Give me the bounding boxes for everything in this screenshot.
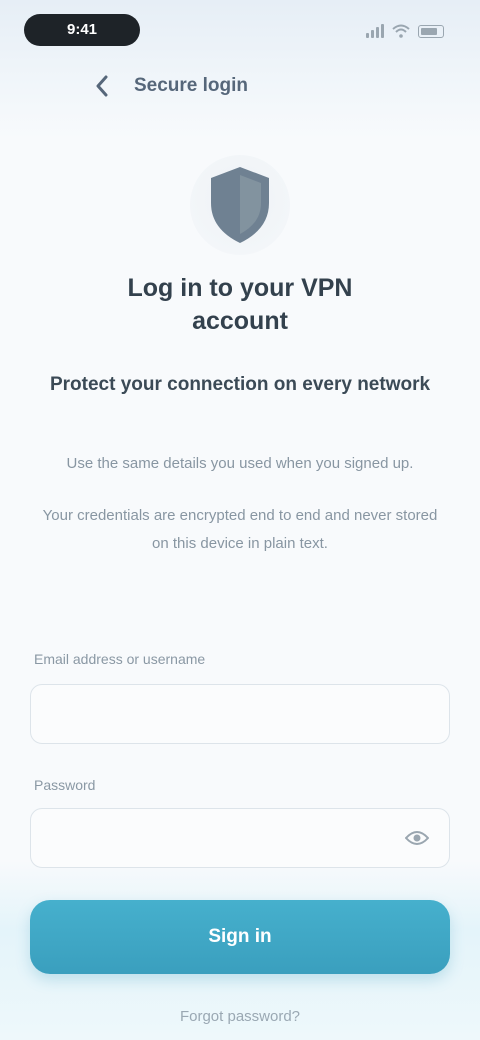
header-title: Secure login — [134, 75, 249, 96]
page-title: Log in to your VPN account — [127, 274, 353, 335]
status-bar: 9:41 — [24, 14, 444, 46]
app-header: Secure login — [84, 70, 248, 102]
shield-badge — [190, 155, 290, 255]
description-text: Use the same details you used when you s… — [66, 455, 414, 472]
password-field[interactable] — [30, 808, 450, 868]
status-time: 9:41 — [24, 14, 140, 46]
eye-icon — [405, 831, 429, 845]
password-label: Password — [34, 777, 96, 793]
signal-icon — [366, 24, 384, 38]
sign-in-button[interactable]: Sign in — [30, 900, 450, 974]
username-field[interactable] — [30, 684, 450, 744]
chevron-left-icon — [96, 75, 108, 97]
show-password-button[interactable] — [401, 822, 433, 854]
password-input[interactable] — [47, 829, 401, 847]
forgot-password-link[interactable]: Forgot password? — [140, 1008, 340, 1025]
username-label: Email address or username — [34, 651, 206, 667]
back-button[interactable] — [84, 72, 120, 100]
page-subtitle: Protect your connection on every network — [49, 374, 431, 395]
username-input[interactable] — [47, 705, 433, 723]
battery-icon — [418, 25, 444, 38]
wifi-icon — [392, 24, 410, 38]
shield-icon — [211, 167, 269, 243]
security-note: Your credentials are encrypted end to en… — [42, 507, 438, 552]
status-icons — [366, 22, 444, 38]
